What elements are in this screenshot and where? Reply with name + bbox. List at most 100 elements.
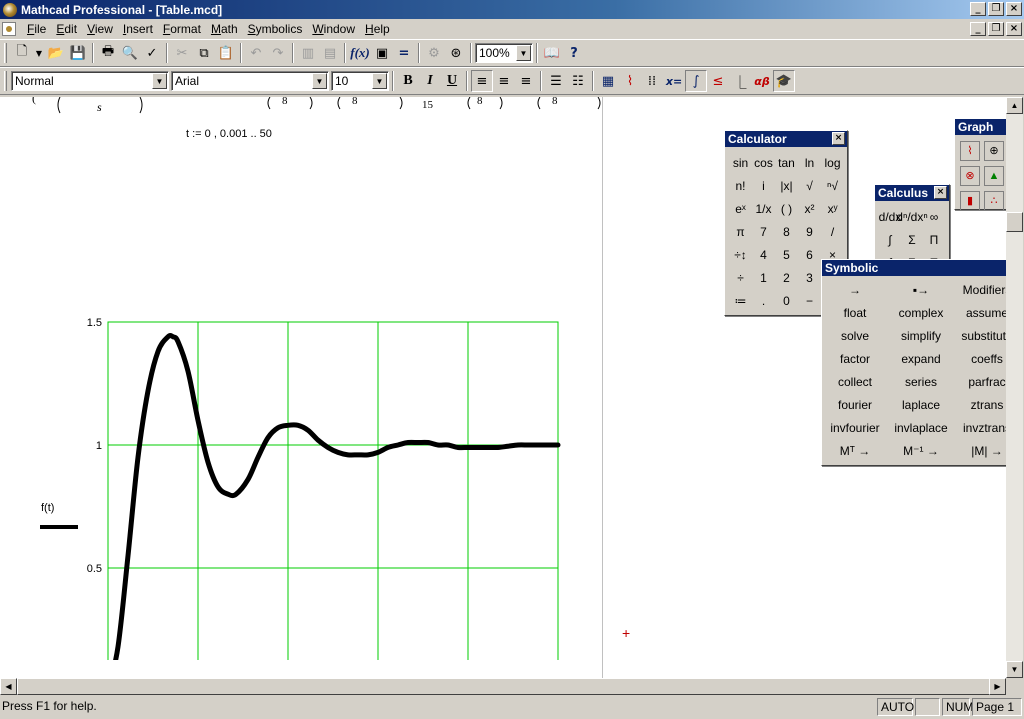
- paste-icon[interactable]: 📋: [215, 42, 237, 64]
- zoom-select[interactable]: 100% ▼: [475, 43, 533, 63]
- align-right-icon[interactable]: ≡: [515, 70, 537, 92]
- resource-book-icon[interactable]: 📖: [541, 42, 563, 64]
- symbolic-key[interactable]: M⁻¹ →: [888, 439, 954, 462]
- new-dropdown-icon[interactable]: ▼: [33, 42, 45, 64]
- print-icon[interactable]: 🖶: [97, 42, 119, 64]
- scatter-plot-icon[interactable]: ∴: [983, 189, 1005, 212]
- calculator-key[interactable]: ÷: [729, 266, 752, 289]
- calculus-key[interactable]: Π: [923, 228, 945, 251]
- redo-icon[interactable]: ↷: [267, 42, 289, 64]
- help-icon[interactable]: ?: [563, 42, 585, 64]
- align-across-icon[interactable]: ▥: [297, 42, 319, 64]
- symbolic-key[interactable]: ▪→: [888, 278, 954, 301]
- scroll-right-arrow-icon[interactable]: ▶: [989, 678, 1006, 695]
- menu-format[interactable]: Format: [158, 22, 206, 36]
- calculator-key[interactable]: tan: [775, 151, 798, 174]
- calculator-key[interactable]: /: [821, 220, 844, 243]
- calculator-key[interactable]: 5: [775, 243, 798, 266]
- matrix-toolbar-icon[interactable]: ⁞⁞: [641, 70, 663, 92]
- calculus-key[interactable]: Σ: [901, 228, 923, 251]
- calculator-key[interactable]: √: [798, 174, 821, 197]
- menu-edit[interactable]: Edit: [51, 22, 82, 36]
- symbolic-key[interactable]: Mᵀ →: [822, 439, 888, 462]
- scroll-up-arrow-icon[interactable]: ▲: [1006, 97, 1023, 114]
- symbolic-key[interactable]: invztrans: [954, 416, 1006, 439]
- calculator-key[interactable]: π: [729, 220, 752, 243]
- calculus-key[interactable]: ∫: [879, 228, 901, 251]
- symbolic-key[interactable]: |M| →: [954, 439, 1006, 462]
- symbolic-key[interactable]: solve: [822, 324, 888, 347]
- calculator-key[interactable]: log: [821, 151, 844, 174]
- calculator-key[interactable]: ≔: [729, 289, 752, 312]
- calculator-key[interactable]: 2: [775, 266, 798, 289]
- evaluation-toolbar-icon[interactable]: x=: [663, 70, 685, 92]
- font-dropdown-arrow-icon[interactable]: ▼: [312, 73, 327, 89]
- calculus-toolbar-icon[interactable]: ∫: [685, 70, 707, 92]
- scroll-down-arrow-icon[interactable]: ▼: [1006, 661, 1023, 678]
- bullets-icon[interactable]: ☰: [545, 70, 567, 92]
- symbolic-key[interactable]: coeffs: [954, 347, 1006, 370]
- symbolic-key[interactable]: collect: [822, 370, 888, 393]
- style-dropdown-arrow-icon[interactable]: ▼: [152, 73, 167, 89]
- calculator-close-icon[interactable]: ×: [832, 132, 845, 145]
- calculator-key[interactable]: ÷↕: [729, 243, 752, 266]
- symbolic-key[interactable]: factor: [822, 347, 888, 370]
- symbolic-key[interactable]: complex: [888, 301, 954, 324]
- font-select[interactable]: Arial ▼: [171, 71, 329, 91]
- horizontal-scrollbar[interactable]: ◀ ▶: [0, 678, 1006, 695]
- symbolic-key[interactable]: invlaplace: [888, 416, 954, 439]
- underline-button[interactable]: U: [441, 70, 463, 92]
- calculator-key[interactable]: 1/x: [752, 197, 775, 220]
- open-folder-icon[interactable]: 📂: [45, 42, 67, 64]
- calculator-key[interactable]: 4: [752, 243, 775, 266]
- menu-help[interactable]: Help: [360, 22, 395, 36]
- symbolic-key[interactable]: simplify: [888, 324, 954, 347]
- insert-function-icon[interactable]: f(x): [349, 42, 371, 64]
- save-icon[interactable]: 💾: [67, 42, 89, 64]
- align-left-icon[interactable]: ≡: [471, 70, 493, 92]
- symbolic-key[interactable]: float: [822, 301, 888, 324]
- toolbar-grip[interactable]: [4, 43, 7, 63]
- symbolic-title-bar[interactable]: Symbolic ×: [822, 260, 1006, 276]
- doc-minimize-button[interactable]: _: [970, 22, 986, 36]
- undo-icon[interactable]: ↶: [245, 42, 267, 64]
- calculus-close-icon[interactable]: ×: [934, 186, 947, 199]
- restore-button[interactable]: ❐: [988, 2, 1004, 16]
- menu-file[interactable]: File: [22, 22, 51, 36]
- align-down-icon[interactable]: ▤: [319, 42, 341, 64]
- calculator-key[interactable]: eˣ: [729, 197, 752, 220]
- insert-unit-icon[interactable]: ▣: [371, 42, 393, 64]
- italic-button[interactable]: I: [419, 70, 441, 92]
- size-dropdown-arrow-icon[interactable]: ▼: [372, 73, 387, 89]
- minimize-button[interactable]: _: [970, 2, 986, 16]
- symbolic-key[interactable]: fourier: [822, 393, 888, 416]
- menu-insert[interactable]: Insert: [118, 22, 158, 36]
- calculator-key[interactable]: i: [752, 174, 775, 197]
- symbolic-toolbar-icon[interactable]: 🎓: [773, 70, 795, 92]
- calculator-key[interactable]: 0: [775, 289, 798, 312]
- contour-plot-icon[interactable]: ▲: [983, 164, 1005, 187]
- programming-toolbar-icon[interactable]: ⎿: [729, 70, 751, 92]
- numbering-icon[interactable]: ☷: [567, 70, 589, 92]
- graph-toolbar-icon[interactable]: ⌇: [619, 70, 641, 92]
- greek-toolbar-icon[interactable]: αβ: [751, 70, 773, 92]
- calculus-key[interactable]: ∞: [923, 205, 945, 228]
- cut-icon[interactable]: ✂: [171, 42, 193, 64]
- scroll-left-arrow-icon[interactable]: ◀: [0, 678, 17, 695]
- symbolic-key[interactable]: ztrans: [954, 393, 1006, 416]
- calculator-key[interactable]: .: [752, 289, 775, 312]
- calculator-key[interactable]: n!: [729, 174, 752, 197]
- symbolic-key[interactable]: Modifiers: [954, 278, 1006, 301]
- doc-restore-button[interactable]: ❐: [988, 22, 1004, 36]
- menu-math[interactable]: Math: [206, 22, 243, 36]
- symbolic-key[interactable]: substitute: [954, 324, 1006, 347]
- calculator-key[interactable]: cos: [752, 151, 775, 174]
- calculator-toolbar-icon[interactable]: ▦: [597, 70, 619, 92]
- calculator-key[interactable]: 1: [752, 266, 775, 289]
- new-document-icon[interactable]: 🗋: [11, 42, 33, 64]
- xy-plot[interactable]: 09182736450.511.5 f(t) t: [0, 210, 600, 660]
- polar-plot-icon[interactable]: ⊕: [983, 139, 1005, 162]
- calculus-key[interactable]: dⁿ/dxⁿ: [896, 205, 927, 228]
- menu-view[interactable]: View: [82, 22, 118, 36]
- close-button[interactable]: ×: [1006, 2, 1022, 16]
